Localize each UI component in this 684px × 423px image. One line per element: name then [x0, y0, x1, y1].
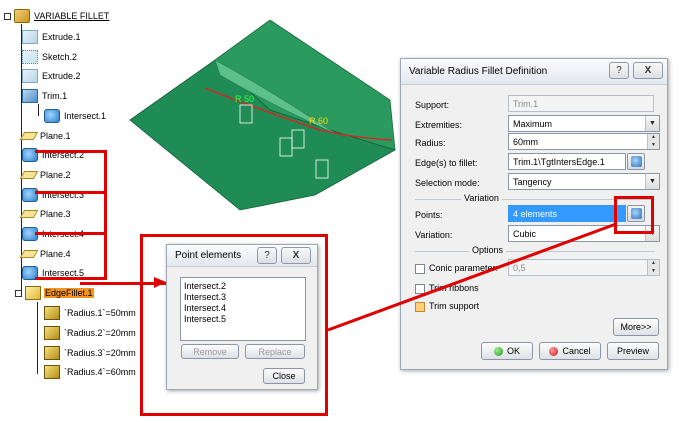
tree-highlight-box [35, 150, 107, 280]
tree-node-label: EdgeFillet.1 [44, 288, 94, 298]
tree-root-label: VARIABLE FILLET [34, 11, 110, 21]
selection-mode-select[interactable]: Tangency ▼ [508, 173, 660, 190]
variation-label: Variation: [415, 230, 453, 240]
tree-node-label: `Radius.2`=20mm [64, 328, 136, 338]
help-button[interactable]: ? [609, 62, 629, 79]
part-icon [14, 9, 30, 23]
preview-button[interactable]: Preview [607, 342, 659, 360]
tree-node-label: Extrude.2 [42, 71, 81, 81]
extremities-value: Maximum [513, 118, 553, 129]
trim-ribbons-label: Trim ribbons [429, 283, 479, 293]
radius-value: 60mm [513, 136, 539, 147]
extremities-select[interactable]: Maximum ▼ [508, 115, 660, 132]
conic-parameter-label: Conic parameter: [429, 263, 499, 273]
cancel-button-label: Cancel [562, 346, 591, 356]
radius-parameter-icon [44, 306, 60, 320]
ok-button[interactable]: OK [481, 342, 533, 360]
tree-spine-fillet [37, 302, 38, 374]
extrude-icon [22, 69, 38, 83]
collapse-icon[interactable] [15, 289, 22, 297]
edges-selector-icon[interactable] [627, 153, 645, 170]
radius-label-2: R 60 [309, 116, 328, 126]
point-elements-highlight-box [140, 234, 328, 416]
tree-branch [38, 104, 39, 116]
tree-node-intersect-1[interactable]: Intersect.1 [44, 108, 107, 124]
points-label: Points: [415, 210, 443, 220]
variation-section-title: Variation [461, 193, 502, 203]
collapse-icon[interactable] [4, 12, 11, 20]
tree-node-label: `Radius.4`=60mm [64, 367, 136, 377]
tree-root[interactable]: VARIABLE FILLET [4, 8, 110, 24]
tree-node-label: Plane.1 [40, 131, 71, 141]
plane-icon [19, 132, 39, 140]
tree-node-extrude-2[interactable]: Extrude.2 [22, 68, 82, 84]
close-button[interactable]: X [633, 62, 663, 79]
support-field[interactable]: Trim.1 [508, 95, 654, 112]
support-label: Support: [415, 100, 450, 110]
tree-node-label: `Radius.3`=20mm [64, 348, 136, 358]
radius-label-1: R 50 [235, 94, 254, 104]
selection-mode-label: Selection mode: [415, 178, 480, 188]
more-button[interactable]: More>> [613, 318, 659, 336]
tree-node-radius-2[interactable]: `Radius.2`=20mm [44, 325, 137, 341]
tree-node-label: Intersect.1 [64, 111, 107, 121]
options-section-title: Options [469, 245, 507, 255]
trim-support-label: Trim support [429, 301, 480, 311]
trim-ribbons-checkbox[interactable] [415, 284, 425, 294]
chevron-down-icon[interactable]: ▼ [645, 174, 659, 189]
spinner-icon[interactable]: ▲ ▼ [647, 134, 659, 149]
trim-icon [22, 89, 38, 103]
options-separator [415, 251, 655, 252]
tree-node-label: Trim.1 [42, 91, 68, 101]
ok-icon [493, 346, 503, 356]
points-button-highlight-box [614, 196, 654, 234]
tree-node-sketch-2[interactable]: Sketch.2 [22, 49, 78, 65]
tree-node-radius-3[interactable]: `Radius.3`=20mm [44, 345, 137, 361]
tree-node-label: Sketch.2 [42, 52, 78, 62]
chevron-down-icon[interactable]: ▼ [645, 116, 659, 131]
edge-fillet-icon [25, 286, 41, 300]
points-field[interactable]: 4 elements [508, 205, 626, 222]
radius-parameter-icon [44, 326, 60, 340]
radius-label: Radius: [415, 138, 446, 148]
tree-node-radius-4[interactable]: `Radius.4`=60mm [44, 364, 137, 380]
tree-node-label: Extrude.1 [42, 32, 81, 42]
tree-node-edge-fillet-1[interactable]: EdgeFillet.1 [15, 285, 94, 301]
radius-parameter-icon [44, 365, 60, 379]
sketch-icon [22, 50, 38, 64]
edges-label: Edge(s) to fillet: [415, 158, 478, 168]
tree-node-trim-1[interactable]: Trim.1 [22, 88, 68, 104]
tree-callout-line [35, 191, 107, 194]
intersect-icon [44, 109, 60, 123]
extremities-label: Extremities: [415, 120, 463, 130]
cancel-button[interactable]: Cancel [539, 342, 601, 360]
conic-parameter-value: 0,5 [513, 262, 526, 273]
tree-node-radius-1[interactable]: `Radius.1`=50mm [44, 305, 137, 321]
radius-parameter-icon [44, 346, 60, 360]
cancel-icon [549, 346, 559, 356]
edges-field[interactable]: Trim.1\TgtIntersEdge.1 [508, 153, 626, 170]
extrude-icon [22, 30, 38, 44]
3d-viewport[interactable]: R 50 R 60 [120, 20, 400, 220]
variation-value: Cubic [513, 228, 537, 239]
trim-support-checkbox[interactable] [415, 302, 425, 312]
conic-parameter-checkbox[interactable] [415, 264, 425, 274]
selection-mode-value: Tangency [513, 176, 552, 187]
dialog-title: Variable Radius Fillet Definition [409, 66, 548, 77]
conic-parameter-input[interactable]: 0,5 ▲ ▼ [508, 259, 660, 276]
tree-callout-line [35, 232, 107, 235]
tree-node-plane-1[interactable]: Plane.1 [19, 128, 72, 144]
tree-node-extrude-1[interactable]: Extrude.1 [22, 29, 82, 45]
ok-button-label: OK [506, 346, 520, 356]
radius-input[interactable]: 60mm ▲ ▼ [508, 133, 660, 150]
tree-node-label: `Radius.1`=50mm [64, 308, 136, 318]
spinner-icon[interactable]: ▲ ▼ [647, 260, 659, 275]
